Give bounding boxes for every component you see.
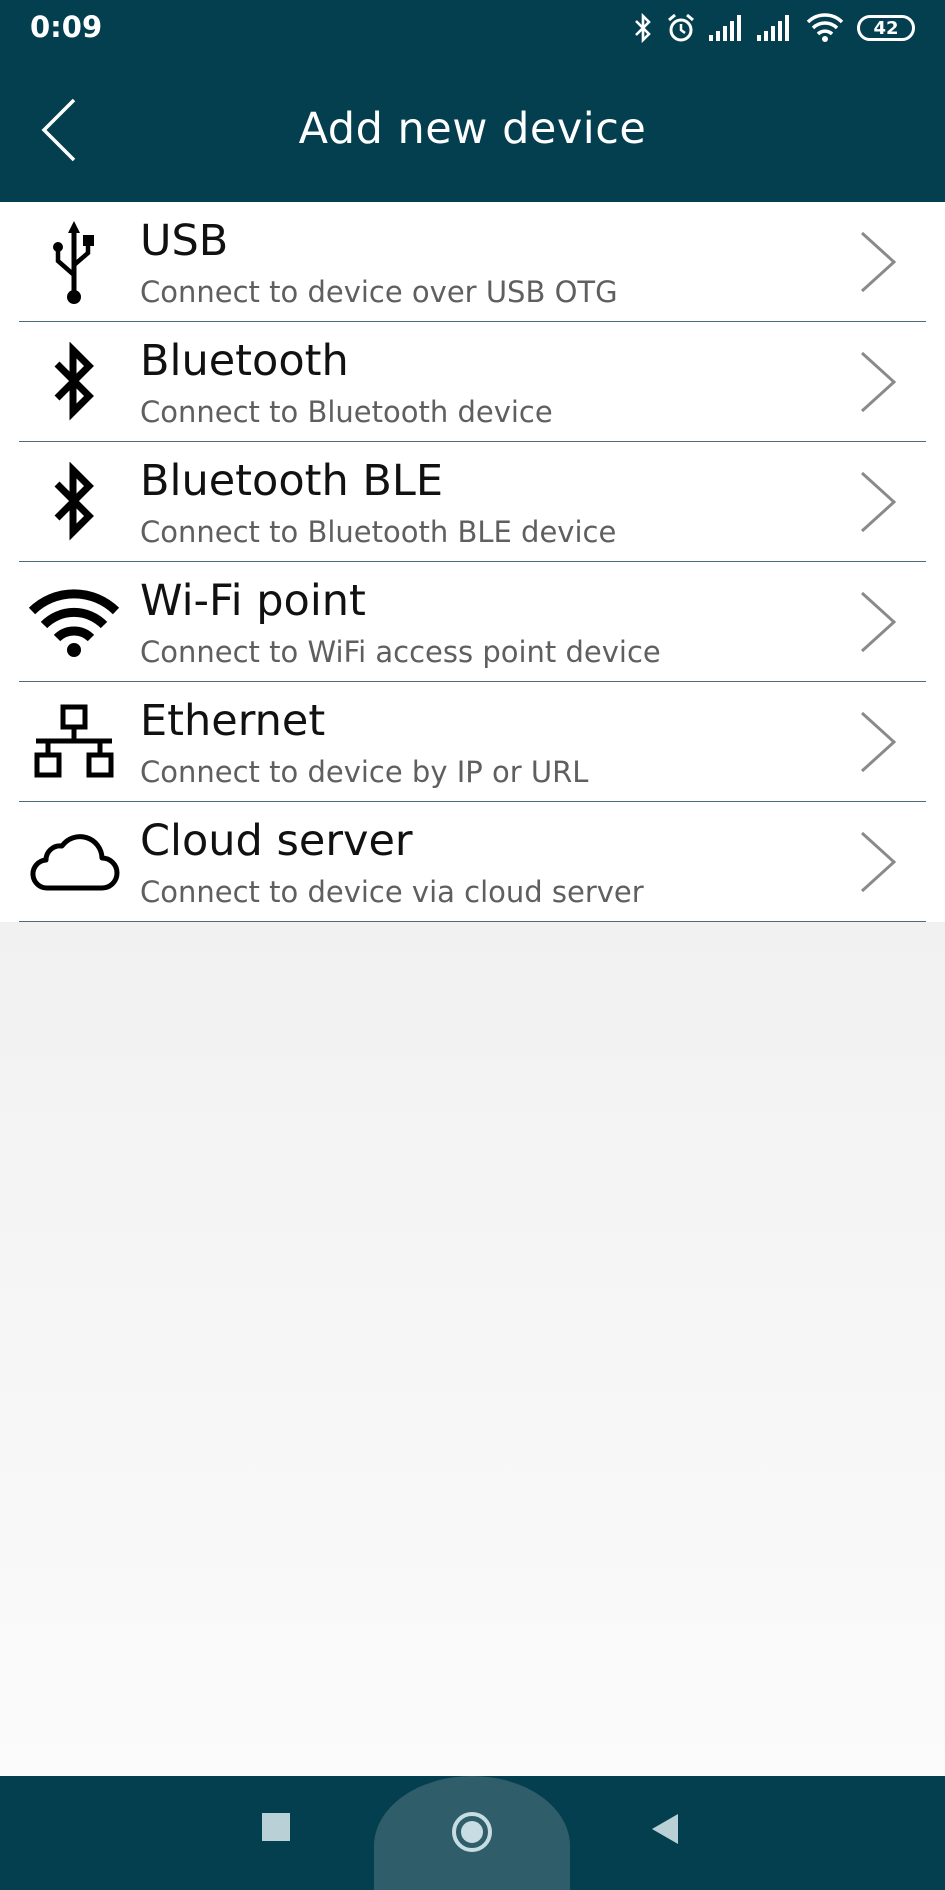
list-item-ethernet[interactable]: Ethernet Connect to device by IP or URL: [0, 682, 945, 802]
status-icons: 42: [633, 10, 915, 46]
item-subtitle: Connect to Bluetooth BLE device: [140, 515, 617, 549]
empty-area: [0, 922, 945, 1776]
cloud-icon: [24, 816, 124, 908]
navigation-bar: [0, 1776, 945, 1890]
alarm-icon: [668, 13, 694, 42]
item-subtitle: Connect to Bluetooth device: [140, 395, 553, 429]
back-triangle-button[interactable]: [650, 1812, 680, 1846]
list-item-cloud-server[interactable]: Cloud server Connect to device via cloud…: [0, 802, 945, 922]
list-item-bluetooth-ble[interactable]: Bluetooth BLE Connect to Bluetooth BLE d…: [0, 442, 945, 562]
status-time: 0:09: [30, 10, 103, 44]
bluetooth-icon: [24, 336, 124, 428]
bluetooth-icon: [24, 456, 124, 548]
item-subtitle: Connect to device by IP or URL: [140, 755, 589, 789]
item-subtitle: Connect to WiFi access point device: [140, 635, 661, 669]
item-title: Ethernet: [140, 696, 326, 746]
item-title: Bluetooth BLE: [140, 456, 444, 506]
item-title: Bluetooth: [140, 336, 349, 386]
battery-icon: 42: [857, 15, 915, 41]
item-title: USB: [140, 216, 229, 266]
list-item-usb[interactable]: USB Connect to device over USB OTG: [0, 202, 945, 322]
recents-button[interactable]: [262, 1813, 290, 1841]
item-subtitle: Connect to device via cloud server: [140, 875, 644, 909]
app-bar: Add new device: [0, 56, 945, 202]
signal-icon: [757, 15, 789, 41]
home-button[interactable]: [450, 1810, 494, 1854]
status-bar: 0:09 42: [0, 0, 945, 56]
chevron-right-icon: [860, 711, 897, 773]
list-item-bluetooth[interactable]: Bluetooth Connect to Bluetooth device: [0, 322, 945, 442]
wifi-icon: [24, 576, 124, 668]
wifi-icon: [806, 13, 844, 42]
signal-icon: [709, 15, 741, 41]
bluetooth-icon: [635, 12, 651, 44]
chevron-right-icon: [860, 231, 897, 293]
chevron-right-icon: [860, 591, 897, 653]
ethernet-icon: [24, 696, 124, 788]
list-item-wifi-point[interactable]: Wi-Fi point Connect to WiFi access point…: [0, 562, 945, 682]
chevron-right-icon: [860, 471, 897, 533]
item-subtitle: Connect to device over USB OTG: [140, 275, 618, 309]
page-title: Add new device: [298, 104, 647, 154]
item-title: Cloud server: [140, 816, 413, 866]
item-title: Wi-Fi point: [140, 576, 366, 626]
device-type-list: USB Connect to device over USB OTG Bluet…: [0, 202, 945, 922]
chevron-right-icon: [860, 831, 897, 893]
usb-icon: [24, 216, 124, 308]
chevron-right-icon: [860, 351, 897, 413]
